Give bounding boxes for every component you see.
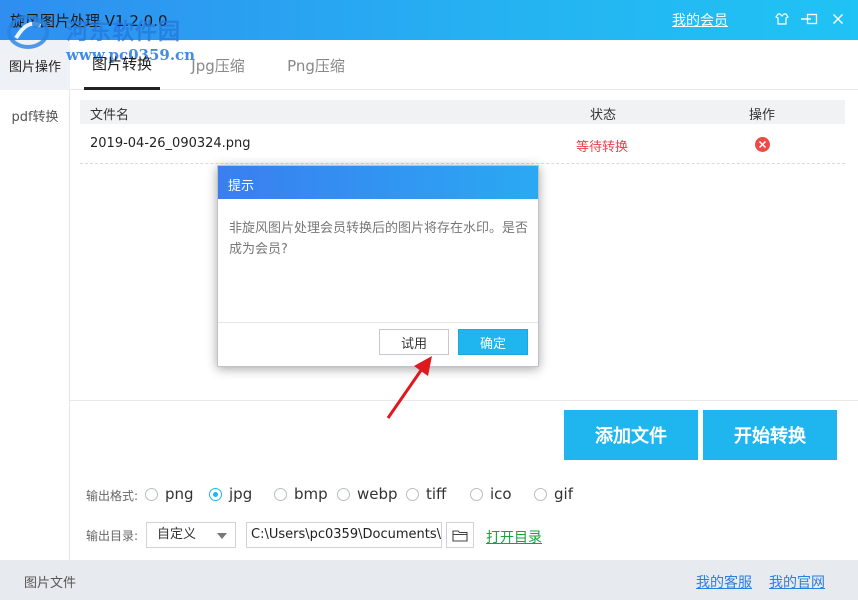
tab-label: 图片转换 bbox=[91, 55, 152, 73]
dialog-header[interactable]: 提示 bbox=[218, 166, 538, 199]
row-status: 等待转换 bbox=[576, 140, 629, 155]
tab-png-compress[interactable]: Png压缩 bbox=[276, 40, 356, 90]
tab-label: Jpg压缩 bbox=[191, 56, 245, 75]
folder-icon bbox=[452, 529, 468, 542]
output-dir-label: 输出目录: bbox=[86, 529, 139, 543]
watermark-logo-icon bbox=[7, 15, 49, 49]
dialog-message: 非旋风图片处理会员转换后的图片将存在水印。是否成为会员? bbox=[229, 221, 529, 257]
prompt-dialog: 提示 非旋风图片处理会员转换后的图片将存在水印。是否成为会员? 试用 确定 bbox=[217, 165, 539, 367]
sidebar-item-pdf-convert[interactable]: pdf转换 bbox=[0, 90, 70, 140]
dialog-divider bbox=[218, 322, 538, 323]
sidebar: 图片操作 pdf转换 bbox=[0, 40, 70, 560]
radio-jpg[interactable] bbox=[209, 488, 222, 501]
chevron-down-icon bbox=[217, 533, 227, 539]
status-bar: 图片文件 我的客服 我的官网 bbox=[0, 560, 858, 600]
maximize-box-icon[interactable] bbox=[800, 8, 824, 30]
tab-bar: 图片转换 Jpg压缩 Png压缩 bbox=[70, 40, 858, 90]
delete-row-icon[interactable] bbox=[755, 137, 770, 152]
radio-label-ico[interactable]: ico bbox=[490, 485, 512, 503]
radio-bmp[interactable] bbox=[274, 488, 287, 501]
output-format-label: 输出格式: bbox=[86, 489, 139, 503]
browse-folder-button[interactable] bbox=[446, 522, 474, 548]
sidebar-item-label: 图片操作 bbox=[8, 59, 61, 75]
tab-jpg-compress[interactable]: Jpg压缩 bbox=[178, 40, 258, 90]
radio-png[interactable] bbox=[145, 488, 158, 501]
radio-label-png[interactable]: png bbox=[165, 485, 194, 503]
radio-label-gif[interactable]: gif bbox=[554, 485, 573, 503]
radio-label-bmp[interactable]: bmp bbox=[294, 485, 328, 503]
skin-icon[interactable] bbox=[770, 8, 794, 30]
open-directory-link[interactable]: 打开目录 bbox=[486, 527, 542, 547]
radio-label-tiff[interactable]: tiff bbox=[426, 485, 446, 503]
radio-tiff[interactable] bbox=[406, 488, 419, 501]
section-divider bbox=[70, 400, 858, 401]
add-file-button[interactable]: 添加文件 bbox=[564, 410, 698, 460]
output-path-field[interactable]: C:\Users\pc0359\Documents\x bbox=[246, 522, 442, 548]
start-convert-button[interactable]: 开始转换 bbox=[703, 410, 837, 460]
my-website-link[interactable]: 我的官网 bbox=[769, 572, 825, 592]
dialog-title: 提示 bbox=[228, 179, 255, 194]
tab-image-convert[interactable]: 图片转换 bbox=[84, 40, 160, 90]
column-filename: 文件名 bbox=[90, 108, 130, 123]
confirm-button[interactable]: 确定 bbox=[458, 329, 528, 355]
table-row[interactable]: 2019-04-26_090324.png 等待转换 bbox=[80, 126, 845, 164]
annotation-arrow-icon bbox=[386, 356, 432, 419]
radio-label-jpg[interactable]: jpg bbox=[229, 485, 252, 503]
output-dir-mode-value: 自定义 bbox=[157, 527, 197, 542]
radio-gif[interactable] bbox=[534, 488, 547, 501]
my-service-link[interactable]: 我的客服 bbox=[696, 572, 752, 592]
radio-ico[interactable] bbox=[470, 488, 483, 501]
row-filename: 2019-04-26_090324.png bbox=[90, 136, 251, 151]
file-table-header: 文件名 状态 操作 bbox=[80, 100, 845, 124]
column-action: 操作 bbox=[749, 108, 776, 123]
column-status: 状态 bbox=[590, 108, 617, 123]
radio-webp[interactable] bbox=[337, 488, 350, 501]
close-icon[interactable] bbox=[826, 8, 850, 30]
sidebar-item-label: pdf转换 bbox=[11, 109, 59, 125]
my-membership-link[interactable]: 我的会员 bbox=[672, 10, 728, 30]
tab-label: Png压缩 bbox=[287, 56, 345, 75]
output-dir-mode-select[interactable]: 自定义 bbox=[146, 522, 236, 548]
status-text: 图片文件 bbox=[24, 576, 77, 591]
radio-label-webp[interactable]: webp bbox=[357, 485, 398, 503]
